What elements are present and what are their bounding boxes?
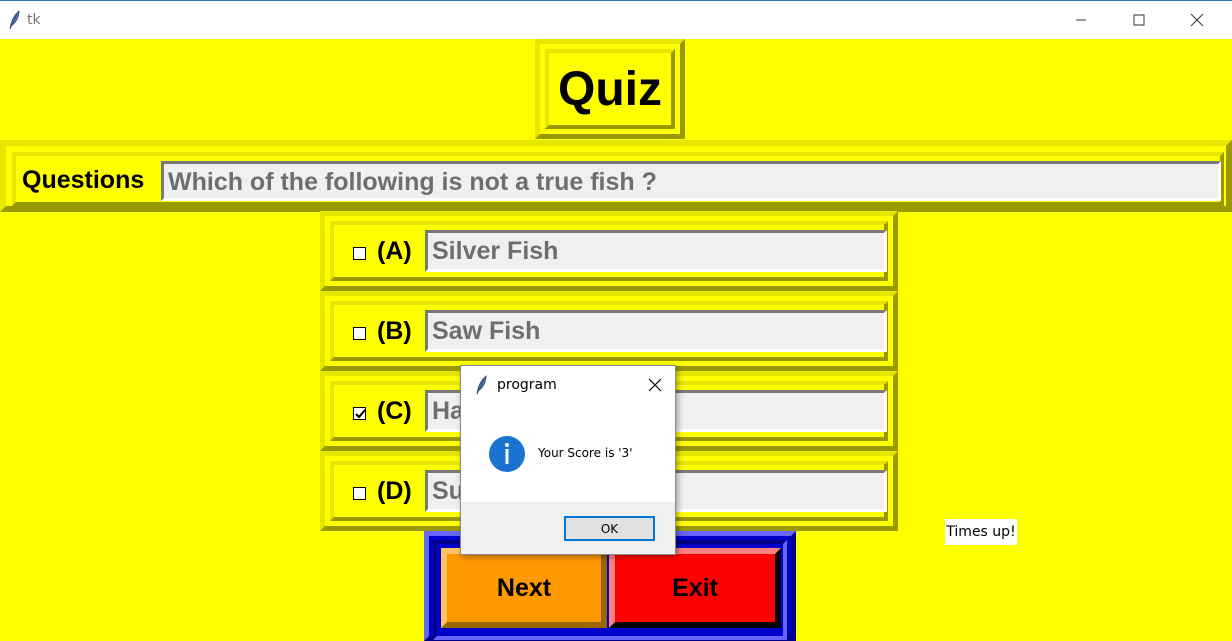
window-title: tk [27,12,41,28]
feather-icon [7,10,21,30]
option-a-entry[interactable]: Silver Fish [425,230,887,272]
maximize-icon [1133,14,1145,26]
dialog-message: Your Score is '3' [538,446,633,460]
option-a-row: (A) Silver Fish [330,221,888,281]
option-a-letter: (A) [377,237,412,265]
option-b-row: (B) Saw Fish [330,301,888,361]
option-c-letter: (C) [377,397,412,425]
option-a-frame: (A) Silver Fish [320,211,898,291]
close-icon [1190,13,1204,27]
dialog-footer: OK [461,502,675,554]
option-d-letter: (D) [377,477,412,505]
close-icon [648,378,662,392]
option-b-letter: (B) [377,317,412,345]
close-window-button[interactable] [1168,1,1226,39]
question-entry[interactable]: Which of the following is not a true fis… [161,161,1221,201]
button-row: Next Exit [433,540,787,640]
timer-label: Times up! [945,519,1017,545]
exit-button[interactable]: Exit [609,548,781,628]
ok-button[interactable]: OK [564,516,655,541]
minimize-button[interactable] [1052,1,1110,39]
question-label: Questions [22,166,145,194]
option-c-checkbox[interactable] [353,407,366,420]
option-b-checkbox[interactable] [353,327,366,340]
feather-icon [474,375,488,395]
minimize-icon [1076,19,1086,21]
option-b-entry[interactable]: Saw Fish [425,310,887,352]
maximize-button[interactable] [1110,1,1168,39]
option-b-frame: (B) Saw Fish [320,291,898,371]
window-titlebar: tk [0,0,1232,39]
option-a-checkbox[interactable] [353,247,366,260]
question-row: Questions Which of the following is not … [12,152,1224,206]
checkmark-icon [355,409,366,419]
dialog-close-button[interactable] [644,374,666,396]
question-frame: Questions Which of the following is not … [0,140,1232,212]
score-dialog: program Your Score is '3' OK [460,365,676,555]
quiz-title-frame: Quiz [535,39,685,139]
info-icon [488,435,526,473]
quiz-title: Quiz [545,49,675,129]
option-d-checkbox[interactable] [353,487,366,500]
dialog-title: program [497,377,557,393]
next-button[interactable]: Next [441,548,607,628]
